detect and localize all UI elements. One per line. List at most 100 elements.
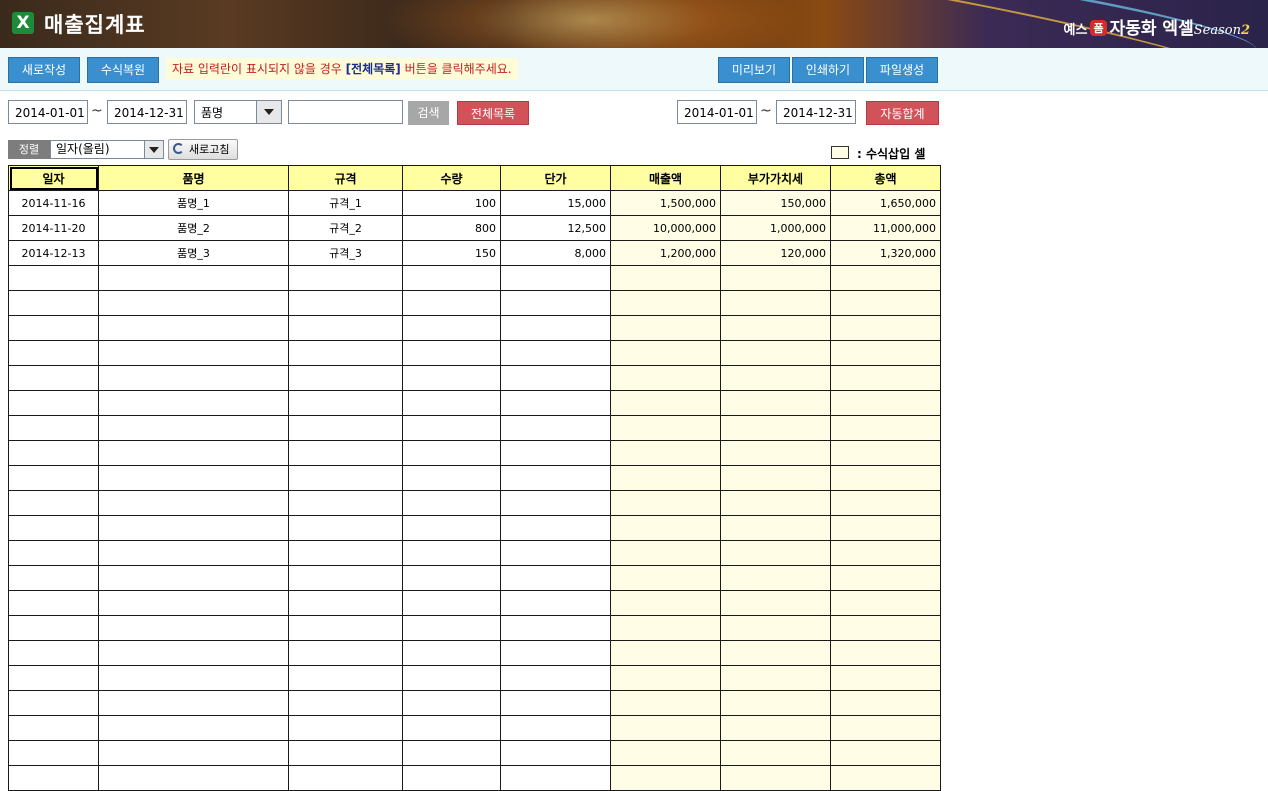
cell-qty[interactable] (402, 290, 501, 316)
cell-sales[interactable] (610, 340, 721, 366)
cell-qty[interactable] (402, 390, 501, 416)
cell-vat[interactable] (720, 415, 831, 441)
cell-spec[interactable] (288, 440, 403, 466)
cell-spec[interactable] (288, 765, 403, 791)
cell-sales[interactable] (610, 765, 721, 791)
cell-date[interactable]: 2014-11-20 (8, 215, 99, 241)
cell-item[interactable] (98, 615, 289, 641)
search-button[interactable]: 검색 (408, 101, 449, 125)
cell-qty[interactable] (402, 365, 501, 391)
cell-item[interactable] (98, 540, 289, 566)
col-header-date[interactable]: 일자 (8, 165, 99, 191)
cell-total[interactable] (830, 690, 941, 716)
cell-price[interactable] (500, 565, 611, 591)
cell-price[interactable]: 15,000 (500, 190, 611, 216)
cell-price[interactable] (500, 515, 611, 541)
cell-item[interactable] (98, 690, 289, 716)
cell-spec[interactable] (288, 640, 403, 666)
cell-date[interactable] (8, 465, 99, 491)
cell-total[interactable] (830, 340, 941, 366)
cell-spec[interactable] (288, 665, 403, 691)
cell-item[interactable] (98, 465, 289, 491)
cell-vat[interactable] (720, 640, 831, 666)
cell-total[interactable]: 11,000,000 (830, 215, 941, 241)
col-header-total[interactable]: 총액 (830, 165, 941, 191)
col-header-price[interactable]: 단가 (500, 165, 611, 191)
cell-price[interactable] (500, 640, 611, 666)
cell-item[interactable] (98, 440, 289, 466)
cell-vat[interactable]: 150,000 (720, 190, 831, 216)
cell-vat[interactable] (720, 340, 831, 366)
cell-spec[interactable] (288, 615, 403, 641)
cell-date[interactable] (8, 315, 99, 341)
col-header-sales[interactable]: 매출액 (610, 165, 721, 191)
cell-spec[interactable]: 규격_1 (288, 190, 403, 216)
cell-total[interactable] (830, 590, 941, 616)
cell-vat[interactable] (720, 615, 831, 641)
cell-qty[interactable] (402, 640, 501, 666)
cell-spec[interactable] (288, 565, 403, 591)
cell-sales[interactable] (610, 390, 721, 416)
cell-sales[interactable] (610, 565, 721, 591)
cell-qty[interactable] (402, 465, 501, 491)
cell-sales[interactable] (610, 615, 721, 641)
cell-vat[interactable] (720, 665, 831, 691)
cell-vat[interactable] (720, 440, 831, 466)
cell-qty[interactable] (402, 490, 501, 516)
cell-sales[interactable] (610, 440, 721, 466)
cell-vat[interactable] (720, 765, 831, 791)
cell-sales[interactable]: 1,500,000 (610, 190, 721, 216)
cell-date[interactable] (8, 490, 99, 516)
cell-item[interactable] (98, 665, 289, 691)
cell-qty[interactable]: 150 (402, 240, 501, 266)
cell-qty[interactable] (402, 590, 501, 616)
cell-vat[interactable] (720, 290, 831, 316)
cell-vat[interactable] (720, 590, 831, 616)
cell-total[interactable] (830, 540, 941, 566)
cell-spec[interactable]: 규격_3 (288, 240, 403, 266)
cell-price[interactable] (500, 315, 611, 341)
cell-sales[interactable] (610, 640, 721, 666)
cell-spec[interactable] (288, 515, 403, 541)
cell-vat[interactable]: 1,000,000 (720, 215, 831, 241)
cell-vat[interactable]: 120,000 (720, 240, 831, 266)
cell-total[interactable] (830, 765, 941, 791)
cell-date[interactable]: 2014-12-13 (8, 240, 99, 266)
cell-total[interactable] (830, 290, 941, 316)
cell-price[interactable] (500, 465, 611, 491)
cell-item[interactable] (98, 365, 289, 391)
refresh-button[interactable]: 새로고침 (168, 139, 238, 160)
cell-total[interactable] (830, 715, 941, 741)
cell-total[interactable] (830, 365, 941, 391)
cell-sales[interactable] (610, 365, 721, 391)
cell-qty[interactable] (402, 440, 501, 466)
cell-vat[interactable] (720, 390, 831, 416)
cell-spec[interactable] (288, 340, 403, 366)
cell-spec[interactable] (288, 590, 403, 616)
cell-vat[interactable] (720, 490, 831, 516)
cell-sales[interactable] (610, 290, 721, 316)
cell-sales[interactable] (610, 465, 721, 491)
cell-qty[interactable] (402, 315, 501, 341)
cell-item[interactable] (98, 640, 289, 666)
cell-price[interactable] (500, 490, 611, 516)
cell-item[interactable] (98, 315, 289, 341)
cell-date[interactable] (8, 615, 99, 641)
cell-date[interactable] (8, 515, 99, 541)
cell-date[interactable] (8, 740, 99, 766)
cell-item[interactable] (98, 740, 289, 766)
cell-item[interactable] (98, 715, 289, 741)
col-header-item[interactable]: 품명 (98, 165, 289, 191)
cell-item[interactable] (98, 590, 289, 616)
cell-spec[interactable] (288, 290, 403, 316)
cell-price[interactable] (500, 265, 611, 291)
cell-qty[interactable] (402, 565, 501, 591)
cell-qty[interactable] (402, 340, 501, 366)
cell-spec[interactable] (288, 315, 403, 341)
cell-item[interactable]: 품명_2 (98, 215, 289, 241)
cell-total[interactable]: 1,650,000 (830, 190, 941, 216)
cell-sales[interactable] (610, 715, 721, 741)
cell-price[interactable] (500, 765, 611, 791)
print-button[interactable]: 인쇄하기 (792, 57, 864, 83)
cell-qty[interactable] (402, 615, 501, 641)
